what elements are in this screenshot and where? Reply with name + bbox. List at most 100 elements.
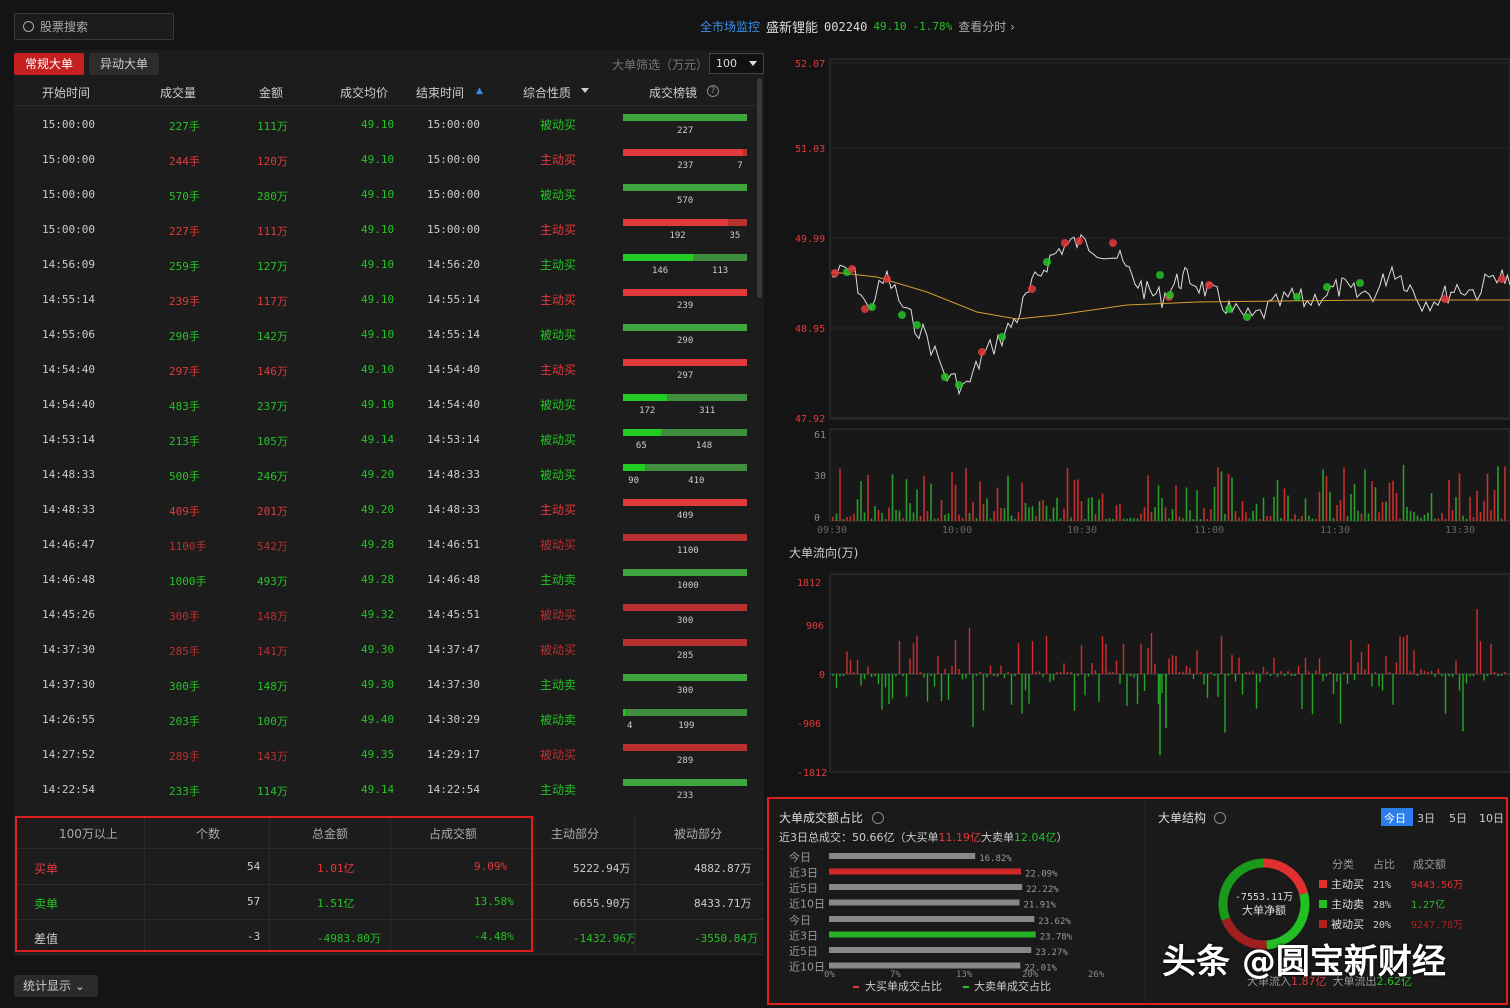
volume-panel	[829, 428, 1510, 522]
table-row[interactable]: 14:56:09 259手 127万 49.10 14:56:20 主动买 146 113	[14, 246, 756, 281]
order-table-body: 15:00:00 227手 111万 49.10 15:00:00 被动买 227 15:00…	[14, 106, 756, 806]
start-time-cell: 14:48:33	[42, 468, 95, 481]
avg-price-cell: 49.10	[361, 258, 395, 271]
table-row[interactable]: 14:26:55 203手 100万 49.40 14:30:29 被动卖 4 199	[14, 701, 756, 736]
ladder-buy-label: 297	[677, 371, 694, 381]
ladder-sell-label: 311	[699, 406, 716, 416]
table-row[interactable]: 14:48:33 500手 246万 49.20 14:48:33 被动买 90 410	[14, 456, 756, 491]
ladder-bar	[623, 359, 747, 366]
table-header: 开始时间 成交量 金额 成交均价 结束时间 ▲ 综合性质 成交榜镜 ?	[14, 76, 756, 106]
volume-cell: 213手	[169, 435, 200, 448]
table-row[interactable]: 14:54:40 297手 146万 49.10 14:54:40 主动买 297	[14, 351, 756, 386]
ladder-buy-segment	[623, 604, 747, 611]
stat-display-button[interactable]: 统计显示 ⌄	[14, 975, 98, 997]
volume-axis-label: 0	[814, 513, 820, 524]
filter-select[interactable]: 100	[709, 53, 764, 74]
ladder-sell-label: 113	[711, 266, 729, 276]
sort-icon[interactable]: ▲	[476, 86, 483, 96]
nature-cell: 被动卖	[540, 713, 577, 727]
col-nature[interactable]: 综合性质	[523, 84, 571, 101]
table-row[interactable]: 14:55:14 239手 117万 49.10 14:55:14 主动买 239	[14, 281, 756, 316]
help-icon[interactable]: ?	[707, 85, 719, 97]
table-row[interactable]: 15:00:00 244手 120万 49.10 15:00:00 主动买 237 7	[14, 141, 756, 176]
col-avg-price[interactable]: 成交均价	[340, 84, 388, 101]
end-time-cell: 15:00:00	[427, 223, 480, 236]
nature-cell: 被动买	[540, 398, 577, 412]
summary-passive-cell: 4882.87万	[694, 862, 752, 875]
timeshare-link[interactable]: 查看分时 ›	[958, 18, 1015, 35]
flow-title: 大单流向(万)	[789, 545, 858, 560]
amount-cell: 117万	[257, 295, 288, 308]
avg-price-cell: 49.10	[361, 223, 395, 236]
table-row[interactable]: 15:00:00 570手 280万 49.10 15:00:00 被动买 570	[14, 176, 756, 211]
chevron-down-icon[interactable]	[581, 88, 589, 97]
volume-cell: 500手	[169, 470, 200, 483]
flow-axis-label: 0	[819, 670, 825, 681]
table-row[interactable]: 14:37:30 300手 148万 49.30 14:37:30 主动卖 300	[14, 666, 756, 701]
volume-cell: 409手	[169, 505, 200, 518]
market-monitor-link[interactable]: 全市场监控	[700, 18, 760, 35]
ladder-buy-label: 1000	[677, 581, 699, 591]
ladder-buy-segment	[623, 289, 747, 296]
ladder-buy-label: 570	[677, 196, 694, 206]
ladder-buy-label: 409	[677, 511, 694, 521]
amount-cell: 148万	[257, 680, 288, 693]
col-ladder[interactable]: 成交榜镜	[649, 84, 697, 101]
summary-active-cell: 5222.94万	[573, 862, 631, 875]
start-time-cell: 15:00:00	[42, 153, 95, 166]
order-dot	[883, 275, 891, 283]
col-amount[interactable]: 金额	[259, 84, 283, 101]
order-dot	[1225, 305, 1233, 313]
volume-cell: 1100手	[169, 540, 207, 553]
avg-price-cell: 49.10	[361, 118, 395, 131]
avg-price-cell: 49.10	[361, 153, 395, 166]
order-dot	[955, 381, 963, 389]
summary-passive-cell: 8433.71万	[694, 897, 752, 910]
table-row[interactable]: 15:00:00 227手 111万 49.10 15:00:00 主动买 192 35	[14, 211, 756, 246]
ladder-buy-label: 300	[677, 686, 694, 696]
nature-cell: 被动买	[540, 748, 577, 762]
table-row[interactable]: 14:53:14 213手 105万 49.14 14:53:14 被动买 65 148	[14, 421, 756, 456]
table-row[interactable]: 14:48:33 409手 201万 49.20 14:48:33 主动买 409	[14, 491, 756, 526]
tab-abnormal-orders[interactable]: 异动大单	[89, 53, 160, 75]
table-row[interactable]: 14:22:54 233手 114万 49.14 14:22:54 主动卖 233	[14, 771, 756, 806]
chart-area: 52.07 51.03 49.99 48.95 47.92 61 30 0 09:30 10:00…	[777, 47, 1510, 779]
ladder-sell-label: 35	[729, 231, 741, 241]
col-start-time[interactable]: 开始时间	[42, 84, 90, 101]
price-panel	[829, 58, 1510, 420]
end-time-cell: 14:46:51	[427, 538, 480, 551]
order-dot	[941, 373, 949, 381]
ladder-buy-segment	[623, 534, 747, 541]
avg-price-cell: 49.20	[361, 503, 395, 516]
table-row[interactable]: 15:00:00 227手 111万 49.10 15:00:00 被动买 227	[14, 106, 756, 141]
table-scrollbar[interactable]	[757, 78, 762, 298]
tab-regular-orders[interactable]: 常规大单	[14, 53, 85, 75]
table-row[interactable]: 14:46:47 1100手 542万 49.28 14:46:51 被动买 1100	[14, 526, 756, 561]
time-axis-label: 11:00	[1194, 525, 1224, 536]
stock-search-input[interactable]: 股票搜索	[14, 13, 174, 40]
table-row[interactable]: 14:54:40 483手 237万 49.10 14:54:40 被动买 172 311	[14, 386, 756, 421]
table-row[interactable]: 14:55:06 290手 142万 49.10 14:55:14 被动买 290	[14, 316, 756, 351]
table-row[interactable]: 14:37:30 285手 141万 49.30 14:37:47 被动买 285	[14, 631, 756, 666]
order-dot	[1205, 281, 1213, 289]
amount-cell: 111万	[257, 225, 288, 238]
amount-cell: 246万	[257, 470, 288, 483]
ladder-sell-segment	[660, 429, 747, 436]
table-row[interactable]: 14:45:26 300手 148万 49.32 14:45:51 被动买 300	[14, 596, 756, 631]
ladder-buy-label: 227	[677, 126, 694, 136]
end-time-cell: 14:22:54	[427, 783, 480, 796]
nature-cell: 被动买	[540, 188, 577, 202]
col-volume[interactable]: 成交量	[160, 84, 196, 101]
ladder-buy-segment	[623, 429, 661, 436]
table-row[interactable]: 14:27:52 289手 143万 49.35 14:29:17 被动买 289	[14, 736, 756, 771]
order-dot	[1109, 239, 1117, 247]
order-dot	[1061, 239, 1069, 247]
col-end-time[interactable]: 结束时间	[416, 84, 464, 101]
table-row[interactable]: 14:46:48 1000手 493万 49.28 14:46:48 主动卖 1000	[14, 561, 756, 596]
ladder-buy-segment	[623, 114, 747, 121]
nature-cell: 被动买	[540, 433, 577, 447]
ladder-sell-segment	[625, 709, 747, 716]
ladder-bar	[623, 464, 747, 471]
filter-label: 大单筛选（万元）	[612, 58, 709, 72]
ladder-sell-segment	[692, 254, 747, 261]
